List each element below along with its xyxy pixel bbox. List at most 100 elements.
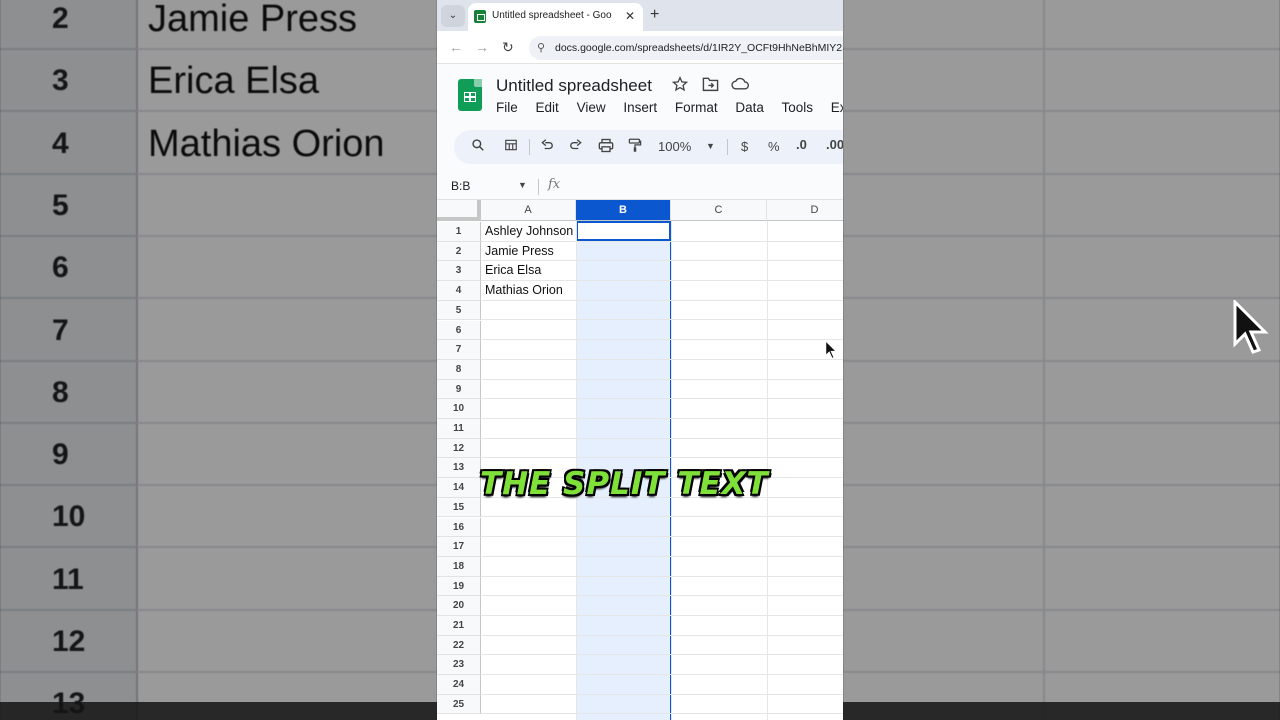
- row-header[interactable]: 13: [437, 458, 481, 479]
- zoomed-row-number: 8: [0, 362, 138, 424]
- row-header[interactable]: 6: [437, 320, 481, 341]
- menu-format[interactable]: Format: [675, 100, 718, 115]
- table-row[interactable]: [481, 399, 843, 419]
- url-field[interactable]: ⚲ docs.google.com/spreadsheets/d/1IR2Y_O…: [529, 36, 843, 60]
- star-icon[interactable]: [672, 76, 688, 92]
- spreadsheet-grid[interactable]: A B C D 1 Ashley Johnson 2 Jamie Press 3 Eric…: [437, 200, 843, 720]
- back-arrow-icon[interactable]: ←: [449, 39, 463, 55]
- table-row[interactable]: [481, 518, 843, 538]
- overlay-caption: THE SPLIT TEXT: [479, 465, 769, 503]
- column-header-b[interactable]: B: [576, 200, 671, 221]
- site-info-icon[interactable]: ⚲: [537, 36, 545, 60]
- table-row[interactable]: [481, 557, 843, 577]
- menu-tools[interactable]: Tools: [781, 100, 813, 115]
- row-header[interactable]: 16: [437, 517, 481, 538]
- table-row[interactable]: [481, 537, 843, 557]
- row-header[interactable]: 23: [437, 655, 481, 676]
- cell-a[interactable]: Erica Elsa: [485, 261, 541, 280]
- table-row[interactable]: Mathias Orion: [481, 281, 843, 301]
- row-header[interactable]: 20: [437, 596, 481, 616]
- row-header[interactable]: 2: [437, 241, 481, 262]
- table-row[interactable]: [481, 419, 843, 439]
- percent-format-button[interactable]: %: [768, 139, 780, 154]
- row-header[interactable]: 18: [437, 556, 481, 577]
- insert-table-icon[interactable]: [504, 138, 518, 152]
- sheets-logo-icon[interactable]: [458, 79, 482, 111]
- table-row[interactable]: Erica Elsa: [481, 261, 843, 282]
- row-header[interactable]: 15: [437, 497, 481, 518]
- row-header[interactable]: 12: [437, 438, 481, 459]
- row-header[interactable]: 4: [437, 281, 481, 301]
- table-row[interactable]: [481, 695, 843, 715]
- table-row[interactable]: [481, 577, 843, 597]
- tab-list-button[interactable]: ⌄: [441, 5, 465, 27]
- select-all-corner[interactable]: [437, 200, 481, 221]
- document-title[interactable]: Untitled spreadsheet: [496, 76, 652, 96]
- row-header[interactable]: 21: [437, 616, 481, 636]
- table-row[interactable]: Ashley Johnson: [481, 222, 843, 242]
- row-header[interactable]: 5: [437, 300, 481, 321]
- currency-format-button[interactable]: $: [741, 139, 748, 154]
- cloud-status-icon[interactable]: [731, 76, 749, 92]
- row-header[interactable]: 8: [437, 359, 481, 380]
- print-icon[interactable]: [598, 138, 614, 153]
- row-header[interactable]: 1: [437, 222, 481, 242]
- menu-view[interactable]: View: [577, 100, 606, 115]
- zoomed-cell: [138, 549, 437, 611]
- increase-decimal-button[interactable]: .00: [826, 137, 843, 152]
- zoomed-cell-right: [843, 300, 1280, 362]
- move-folder-icon[interactable]: [702, 76, 719, 92]
- row-header[interactable]: 11: [437, 419, 481, 439]
- paint-format-icon[interactable]: [628, 138, 642, 153]
- table-row[interactable]: Jamie Press: [481, 242, 843, 262]
- cell-a[interactable]: Mathias Orion: [485, 281, 563, 300]
- table-row[interactable]: [481, 360, 843, 380]
- column-header-d[interactable]: D: [767, 200, 843, 221]
- name-box-caret-icon[interactable]: ▼: [518, 180, 527, 190]
- menu-edit[interactable]: Edit: [536, 100, 559, 115]
- table-row[interactable]: [481, 655, 843, 676]
- menu-data[interactable]: Data: [735, 100, 764, 115]
- table-row[interactable]: [481, 321, 843, 341]
- reload-icon[interactable]: ↻: [502, 39, 514, 56]
- forward-arrow-icon[interactable]: →: [475, 39, 489, 55]
- tab-strip: ⌄ Untitled spreadsheet - Google Sheets ✕…: [437, 0, 843, 31]
- row-header[interactable]: 9: [437, 379, 481, 400]
- table-row[interactable]: [481, 636, 843, 656]
- row-header[interactable]: 10: [437, 399, 481, 419]
- table-row[interactable]: [481, 596, 843, 616]
- menu-insert[interactable]: Insert: [623, 100, 657, 115]
- row-header[interactable]: 24: [437, 675, 481, 695]
- search-icon[interactable]: [471, 138, 485, 152]
- table-row[interactable]: [481, 380, 843, 400]
- table-row[interactable]: [481, 616, 843, 636]
- row-header[interactable]: 14: [437, 478, 481, 498]
- column-header-c[interactable]: C: [671, 200, 767, 221]
- row-header[interactable]: 7: [437, 340, 481, 360]
- row-header[interactable]: 25: [437, 694, 481, 715]
- redo-icon[interactable]: [569, 138, 583, 152]
- new-tab-button[interactable]: +: [650, 5, 659, 25]
- cell-a[interactable]: Jamie Press: [485, 242, 554, 261]
- row-header[interactable]: 17: [437, 537, 481, 557]
- row-header[interactable]: 22: [437, 635, 481, 656]
- zoom-select[interactable]: 100%: [658, 139, 691, 154]
- menu-file[interactable]: File: [496, 100, 518, 115]
- column-header-a[interactable]: A: [481, 200, 576, 221]
- row-header[interactable]: 19: [437, 576, 481, 597]
- zoomed-row-number: 7: [0, 300, 138, 362]
- name-box[interactable]: B:B: [451, 179, 470, 193]
- undo-icon[interactable]: [540, 138, 554, 152]
- table-row[interactable]: [481, 675, 843, 695]
- cell-a[interactable]: Ashley Johnson: [485, 222, 573, 241]
- decrease-decimal-button[interactable]: .0: [796, 137, 807, 152]
- table-row[interactable]: [481, 340, 843, 360]
- zoomed-row-number: 4: [0, 113, 138, 175]
- active-tab[interactable]: Untitled spreadsheet - Google Sheets ✕: [468, 3, 643, 31]
- close-tab-icon[interactable]: ✕: [625, 3, 635, 29]
- menu-extensions[interactable]: Exte: [831, 100, 843, 115]
- table-row[interactable]: [481, 439, 843, 459]
- table-row[interactable]: [481, 301, 843, 321]
- row-header[interactable]: 3: [437, 261, 481, 282]
- zoom-caret-icon[interactable]: ▼: [706, 141, 715, 151]
